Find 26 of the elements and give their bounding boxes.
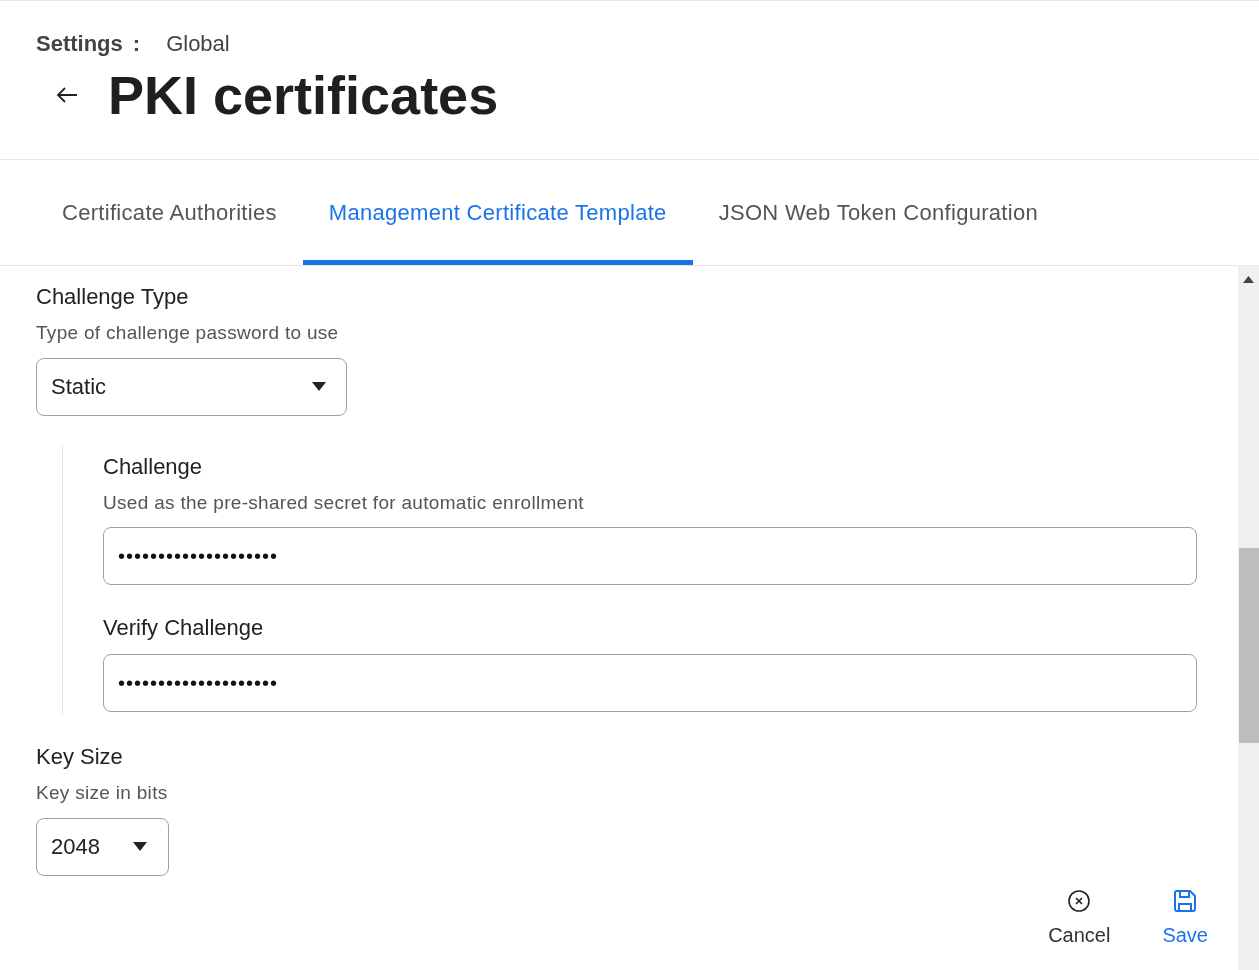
close-icon xyxy=(1068,890,1091,912)
tab[interactable]: Management Certificate Template xyxy=(302,160,693,265)
page-title: PKI certificates xyxy=(108,68,499,122)
scroll-up-arrow-icon[interactable] xyxy=(1243,276,1254,283)
field-label: Key Size xyxy=(36,743,124,771)
scrollbar[interactable] xyxy=(1238,266,1259,970)
breadcrumb-separator: : xyxy=(132,30,141,58)
field-label: Challenge Type xyxy=(36,283,190,311)
password-field[interactable]: •••••••••••••••••••• xyxy=(103,654,1197,712)
field-description: Key size in bits xyxy=(36,781,169,805)
field-label: Challenge xyxy=(103,452,204,481)
save-button[interactable]: Save xyxy=(1156,890,1214,950)
cancel-button[interactable]: Cancel xyxy=(1042,890,1117,950)
field-description: Used as the pre-shared secret for automatic enrollment xyxy=(103,490,585,515)
breadcrumb-section[interactable]: Settings xyxy=(36,27,123,60)
caret-icon xyxy=(133,842,147,851)
save-icon xyxy=(1174,890,1197,912)
breadcrumb-scope: Global xyxy=(166,30,230,58)
password-field[interactable]: •••••••••••••••••••• xyxy=(103,527,1197,585)
tab[interactable]: JSON Web Token Configuration xyxy=(692,160,1065,265)
tab[interactable]: Certificate Authorities xyxy=(36,160,303,265)
key-size-dropdown[interactable]: 2048 xyxy=(36,817,169,876)
field-label: Verify Challenge xyxy=(103,614,265,642)
challenge-type-dropdown[interactable]: Static xyxy=(36,357,347,416)
field-description: Type of challenge password to use xyxy=(36,321,340,345)
caret-icon xyxy=(312,382,326,391)
